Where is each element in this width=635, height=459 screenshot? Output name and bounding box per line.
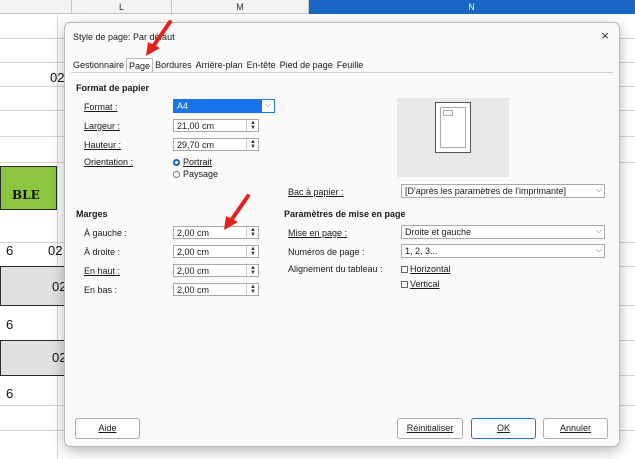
landscape-radio[interactable]: Paysage <box>173 169 218 179</box>
tab-bordures[interactable]: Bordures <box>153 58 194 73</box>
paper-tray-select[interactable]: [D'après les paramètres de l'imprimante]… <box>401 184 605 198</box>
tab-en-tete[interactable]: En-tête <box>245 58 278 73</box>
height-label: Hauteur : <box>84 140 122 150</box>
paper-tray-value: [D'après les paramètres de l'imprimante] <box>405 186 566 196</box>
page-numbers-label: Numéros de page : <box>288 247 365 257</box>
annotation-arrow-icon <box>224 194 250 230</box>
column-header-m[interactable]: M <box>172 0 309 14</box>
tab-gestionnaire[interactable]: Gestionnaire <box>71 58 126 73</box>
paper-tray-label: Bac à papier : <box>288 187 344 197</box>
margin-top-label: En haut : <box>84 266 121 276</box>
margins-heading: Marges <box>76 209 108 219</box>
width-spinner[interactable]: 21,00 cm ▲ ▼ <box>173 119 259 132</box>
page-style-dialog: Style de page: Par défaut × Gestionnaire… <box>64 22 620 447</box>
tab-pied-de-page[interactable]: Pied de page <box>278 58 335 73</box>
chevron-down-icon[interactable]: ⌵ <box>596 245 602 255</box>
close-icon[interactable]: × <box>601 28 609 43</box>
reset-button-label: Réinitialiser <box>406 423 454 433</box>
margin-bottom-spinner[interactable]: 2,00 cm ▲ ▼ <box>173 283 259 296</box>
horizontal-checkbox[interactable]: Horizontal <box>401 264 451 274</box>
cell-value[interactable]: 02 <box>48 243 62 258</box>
ok-button-label: OK <box>496 423 510 433</box>
cell-value[interactable]: 6 <box>6 386 13 401</box>
portrait-label: Portrait <box>183 157 213 167</box>
help-button[interactable]: Aide <box>75 418 140 439</box>
page-layout-select[interactable]: Droite et gauche ⌵ <box>401 225 605 239</box>
vertical-label: Vertical <box>410 279 440 289</box>
spin-arrows-icon[interactable]: ▲ ▼ <box>246 284 258 295</box>
cell-value[interactable]: 02 <box>50 70 64 85</box>
margin-right-value: 2,00 cm <box>177 247 210 257</box>
reset-button[interactable]: Réinitialiser <box>397 418 463 439</box>
margin-right-spinner[interactable]: 2,00 cm ▲ ▼ <box>173 245 259 258</box>
landscape-label: Paysage <box>183 169 219 179</box>
column-header-l[interactable]: L <box>72 0 172 14</box>
vertical-checkbox[interactable]: Vertical <box>401 279 440 289</box>
cancel-button-label: Annuler <box>559 423 592 433</box>
width-label: Largeur : <box>84 121 121 131</box>
format-value: A4 <box>177 101 189 111</box>
margin-left-label: À gauche : <box>84 228 128 238</box>
page-numbers-value: 1, 2, 3... <box>405 246 438 256</box>
page-layout-label: Mise en page : <box>288 228 348 238</box>
page-preview <box>397 98 509 177</box>
margin-bottom-label: En bas : <box>84 285 118 295</box>
format-select[interactable]: A4 ⌵ <box>173 99 275 113</box>
margin-left-value: 2,00 cm <box>177 228 210 238</box>
chevron-down-icon[interactable]: ⌵ <box>262 100 274 112</box>
column-header-k[interactable] <box>0 0 72 14</box>
table-alignment-label: Alignement du tableau : <box>288 264 383 274</box>
tab-page[interactable]: Page <box>126 58 154 73</box>
margin-top-value: 2,00 cm <box>177 266 210 276</box>
cancel-button[interactable]: Annuler <box>543 418 608 439</box>
page-preview-sheet <box>435 102 471 153</box>
column-header-n[interactable]: N <box>309 0 635 14</box>
spin-arrows-icon[interactable]: ▲ ▼ <box>246 139 258 150</box>
cell-value[interactable]: 6 <box>6 317 13 332</box>
tab-divider <box>71 72 613 73</box>
height-spinner[interactable]: 29,70 cm ▲ ▼ <box>173 138 259 151</box>
radio-selected-icon <box>173 159 180 166</box>
page-layout-value: Droite et gauche <box>405 227 472 237</box>
margin-top-spinner[interactable]: 2,00 cm ▲ ▼ <box>173 264 259 277</box>
page-numbers-select[interactable]: 1, 2, 3... ⌵ <box>401 244 605 258</box>
portrait-radio[interactable]: Portrait <box>173 157 212 167</box>
width-value: 21,00 cm <box>177 121 215 131</box>
format-label: Format : <box>84 102 118 112</box>
table-grid-icon <box>443 110 453 116</box>
horizontal-label: Horizontal <box>410 264 451 274</box>
spin-arrows-icon[interactable]: ▲ ▼ <box>246 120 258 131</box>
chevron-down-icon[interactable]: ⌵ <box>596 226 602 236</box>
height-value: 29,70 cm <box>177 140 215 150</box>
layout-settings-heading: Paramètres de mise en page <box>284 209 406 219</box>
help-button-label: Aide <box>98 423 117 433</box>
tab-arriere-plan[interactable]: Arrière-plan <box>194 58 245 73</box>
radio-empty-icon <box>173 171 180 178</box>
margin-right-label: À droite : <box>84 247 121 257</box>
checkbox-empty-icon <box>401 281 408 288</box>
cell-value[interactable]: 6 <box>6 243 13 258</box>
ok-button[interactable]: OK <box>471 418 536 439</box>
tab-feuille[interactable]: Feuille <box>335 58 366 73</box>
page-margin-outline <box>440 107 466 148</box>
chevron-down-icon[interactable]: ⌵ <box>596 185 602 195</box>
spin-arrows-icon[interactable]: ▲ ▼ <box>246 246 258 257</box>
cell-value[interactable]: BLE <box>12 188 40 202</box>
margin-bottom-value: 2,00 cm <box>177 285 210 295</box>
paper-format-heading: Format de papier <box>76 83 150 93</box>
annotation-arrow-icon <box>146 20 172 56</box>
tab-bar: Gestionnaire Page Bordures Arrière-plan … <box>71 58 365 73</box>
spin-arrows-icon[interactable]: ▲ ▼ <box>246 265 258 276</box>
checkbox-empty-icon <box>401 266 408 273</box>
orientation-label: Orientation : <box>84 157 134 167</box>
